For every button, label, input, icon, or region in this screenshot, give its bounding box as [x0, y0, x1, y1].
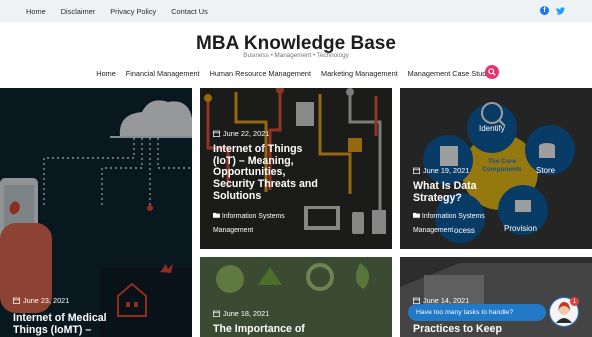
post-category[interactable]: Information Systems Management: [413, 210, 523, 238]
post-card-iomt[interactable]: June 23, 2021 Internet of Medical Things…: [0, 88, 192, 337]
top-link-privacy-policy[interactable]: Privacy Policy: [110, 7, 156, 16]
site-header: MBA Knowledge Base Business • Management…: [0, 22, 592, 87]
nav-item-management-case-studies[interactable]: Management Case Studies: [408, 69, 496, 78]
post-date: June 23, 2021: [23, 296, 70, 305]
post-card-importance[interactable]: June 18, 2021 The Importance of: [200, 257, 392, 337]
site-tagline: Business • Management • Technology: [243, 52, 349, 59]
post-title[interactable]: What Is Data Strategy?: [413, 180, 525, 204]
twitter-icon[interactable]: [556, 6, 565, 15]
nav-item-marketing-management[interactable]: Marketing Management: [321, 69, 398, 78]
calendar-icon: [213, 310, 220, 317]
post-title[interactable]: Practices to Keep: [413, 323, 563, 336]
post-category[interactable]: Information Systems Management: [213, 210, 323, 238]
top-bar: Home Disclaimer Privacy Policy Contact U…: [0, 0, 592, 22]
post-date: June 19, 2021: [423, 166, 470, 175]
chat-notification-badge: 1: [570, 297, 579, 306]
nav-item-home[interactable]: Home: [96, 69, 115, 78]
search-button[interactable]: [485, 65, 499, 79]
post-date-row: June 22, 2021: [213, 129, 269, 138]
nav-item-human-resource-management[interactable]: Human Resource Management: [210, 69, 311, 78]
search-icon: [488, 68, 496, 76]
facebook-icon[interactable]: f: [540, 6, 549, 15]
top-links: Home Disclaimer Privacy Policy Contact U…: [26, 0, 223, 22]
post-title[interactable]: The Importance of: [213, 323, 363, 336]
post-card-data-strategy[interactable]: Identify Store Provision ocess The Core …: [400, 88, 592, 249]
calendar-icon: [13, 297, 20, 304]
folder-icon: [213, 212, 220, 218]
post-date: June 18, 2021: [223, 309, 270, 318]
graphic-label-identify: Identify: [479, 124, 505, 133]
post-card-iot[interactable]: June 22, 2021 Internet of Things (IoT) –…: [200, 88, 392, 249]
post-title[interactable]: Internet of Things (IoT) – Meaning, Oppo…: [213, 143, 325, 203]
chat-prompt-bubble[interactable]: Have too many tasks to handle?: [408, 304, 546, 321]
post-date: June 22, 2021: [223, 129, 270, 138]
top-link-home[interactable]: Home: [26, 7, 46, 16]
graphic-label-store: Store: [536, 166, 556, 175]
calendar-icon: [413, 297, 420, 304]
main-nav: Home Financial Management Human Resource…: [0, 67, 592, 79]
nav-item-financial-management[interactable]: Financial Management: [126, 69, 200, 78]
post-date-row: June 19, 2021: [413, 166, 469, 175]
top-link-disclaimer[interactable]: Disclaimer: [61, 7, 96, 16]
post-title[interactable]: Internet of Medical Things (IoMT) –: [13, 312, 123, 336]
top-link-contact-us[interactable]: Contact Us: [171, 7, 208, 16]
folder-icon: [413, 212, 420, 218]
graphic-label-core-components: The Core Components: [482, 158, 522, 173]
post-date-row: June 18, 2021: [213, 309, 269, 318]
post-date-row: June 23, 2021: [13, 296, 69, 305]
calendar-icon: [413, 167, 420, 174]
calendar-icon: [213, 130, 220, 137]
